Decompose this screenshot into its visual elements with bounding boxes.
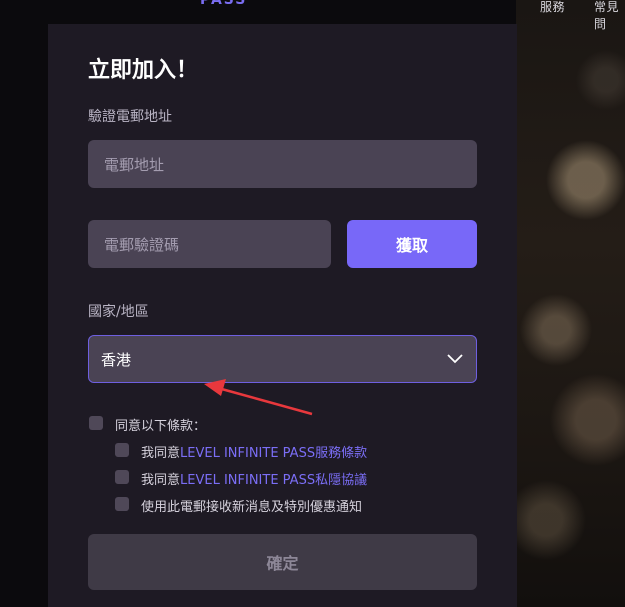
verification-code-field[interactable]: 電郵驗證碼 [88, 220, 331, 268]
nav-item-faq[interactable]: 常見問 [594, 0, 625, 32]
newsletter-label: 使用此電郵接收新消息及特別優惠通知 [141, 500, 363, 515]
nav-item-services[interactable]: 服務 [540, 0, 565, 15]
terms-prefix: 我同意 [141, 446, 181, 461]
terms-link[interactable]: LEVEL INFINITE PASS服務條款 [180, 446, 367, 461]
terms-checkbox[interactable] [115, 443, 129, 457]
signup-panel: 立即加入！ 驗證電郵地址 電郵地址 電郵驗證碼 獲取 國家/地區 香港 同意以下… [48, 24, 517, 607]
logo-text: PASS [200, 0, 248, 8]
left-background [0, 0, 48, 607]
terms-label: 我同意LEVEL INFINITE PASS服務條款 [141, 442, 367, 461]
agree-all-checkbox[interactable] [89, 416, 103, 430]
privacy-prefix: 我同意 [141, 473, 181, 488]
region-select[interactable]: 香港 [88, 335, 477, 383]
agree-all-label: 同意以下條款： [115, 419, 207, 434]
code-placeholder: 電郵驗證碼 [104, 235, 180, 254]
email-field[interactable]: 電郵地址 [88, 140, 477, 188]
background-art [516, 0, 625, 607]
newsletter-checkbox[interactable] [115, 497, 129, 511]
email-placeholder: 電郵地址 [104, 155, 165, 174]
email-label: 驗證電郵地址 [88, 109, 172, 125]
confirm-button[interactable]: 確定 [88, 534, 477, 590]
privacy-link[interactable]: LEVEL INFINITE PASS私隱協議 [180, 473, 367, 488]
region-label: 國家/地區 [88, 304, 149, 320]
get-code-button[interactable]: 獲取 [347, 220, 477, 268]
region-value: 香港 [101, 350, 132, 369]
page-title: 立即加入！ [88, 58, 199, 83]
privacy-label: 我同意LEVEL INFINITE PASS私隱協議 [141, 469, 367, 488]
privacy-checkbox[interactable] [115, 470, 129, 484]
chevron-down-icon [447, 354, 463, 364]
